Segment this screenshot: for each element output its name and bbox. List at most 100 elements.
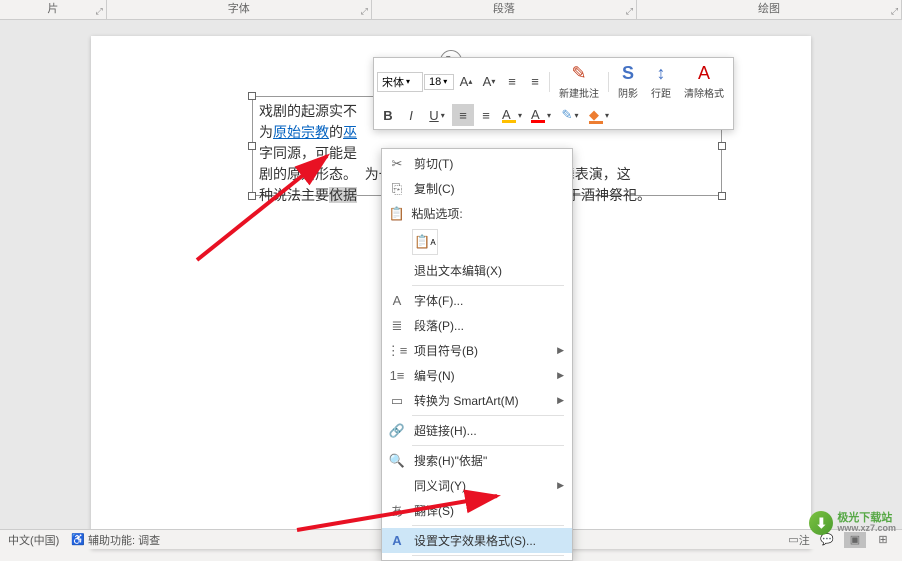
bullets-icon: ⋮≡ (386, 343, 408, 359)
bold-button[interactable]: B (377, 104, 399, 126)
menu-convert-smartart[interactable]: ▭ 转换为 SmartArt(M) ▶ (382, 388, 572, 413)
text: 种说法主要 (259, 187, 329, 203)
menu-label: 字体(F)... (408, 292, 564, 309)
submenu-arrow-icon: ▶ (557, 345, 564, 356)
mini-toolbar: 宋体▾ 18▾ A▴ A▾ ≡ ≡ ✎新建批注 S阴影 ↕行距 A清除格式 B … (373, 57, 734, 130)
numbering-icon: 1≡ (386, 368, 408, 383)
line-spacing-button[interactable]: ↕行距 (645, 61, 677, 102)
menu-separator (412, 285, 564, 286)
shape-outline-button[interactable]: ✎▾ (556, 104, 584, 126)
ribbon-group-label: 字体 (228, 3, 250, 15)
hyperlink[interactable]: 巫 (343, 124, 357, 140)
dialog-launcher-icon[interactable]: ⤢ (361, 6, 368, 17)
text: 字同源，可能是 (259, 145, 357, 161)
cut-icon: ✂ (386, 156, 408, 172)
translate-icon: あ (386, 501, 408, 520)
notes-button[interactable]: ▭ 注 (788, 532, 810, 548)
text: 为 (259, 124, 273, 140)
menu-label: 复制(C) (408, 180, 564, 197)
watermark: ⬇ 极光下载站 www.xz7.com (809, 511, 896, 535)
copy-icon: ⎘ (386, 181, 408, 197)
font-size-select[interactable]: 18▾ (424, 74, 454, 90)
menu-bullets[interactable]: ⋮≡ 项目符号(B) ▶ (382, 338, 572, 363)
underline-button[interactable]: U▾ (423, 104, 451, 126)
hyperlink[interactable]: 原始宗教 (273, 124, 329, 140)
ribbon-group-paragraph: 段落 ⤢ (372, 0, 637, 19)
shape-fill-button[interactable]: ◆▾ (585, 104, 613, 126)
menu-label: 超链接(H)... (408, 422, 564, 439)
paste-options-row: 📋A (382, 226, 572, 258)
menu-separator (412, 445, 564, 446)
watermark-icon: ⬇ (809, 511, 833, 535)
menu-label: 剪切(T) (408, 155, 564, 172)
smartart-icon: ▭ (386, 393, 408, 409)
menu-text-effects-format[interactable]: A 设置文字效果格式(S)... (382, 528, 572, 553)
font-family-select[interactable]: 宋体▾ (377, 72, 423, 92)
submenu-arrow-icon: ▶ (557, 480, 564, 491)
text-effects-icon: A (386, 533, 408, 548)
font-color-button[interactable]: A▾ (527, 104, 555, 126)
menu-search[interactable]: 🔍 搜索(H)"依据" (382, 448, 572, 473)
indent-left-button[interactable]: ≡ (501, 71, 523, 93)
watermark-url: www.xz7.com (837, 524, 896, 534)
dialog-launcher-icon[interactable]: ⤢ (95, 6, 102, 17)
menu-synonyms[interactable]: 同义词(Y) ▶ (382, 473, 572, 498)
resize-handle[interactable] (248, 92, 256, 100)
selected-text: 依据 (329, 187, 357, 203)
menu-label: 翻译(S) (408, 502, 564, 519)
resize-handle[interactable] (248, 142, 256, 150)
clear-format-button[interactable]: A清除格式 (678, 61, 730, 102)
menu-cut[interactable]: ✂ 剪切(T) (382, 151, 572, 176)
align-left-button[interactable]: ≡ (452, 104, 474, 126)
menu-label: 转换为 SmartArt(M) (408, 392, 557, 409)
shadow-button[interactable]: S阴影 (612, 61, 644, 102)
status-language[interactable]: 中文(中国) (8, 532, 59, 548)
ribbon-group-label: 段落 (493, 3, 515, 15)
submenu-arrow-icon: ▶ (557, 370, 564, 381)
menu-translate[interactable]: あ 翻译(S) (382, 498, 572, 523)
resize-handle[interactable] (718, 142, 726, 150)
menu-separator (412, 555, 564, 556)
paste-icon: 📋 (386, 206, 408, 222)
resize-handle[interactable] (718, 192, 726, 200)
menu-exit-text-edit[interactable]: 退出文本编辑(X) (382, 258, 572, 283)
italic-button[interactable]: I (400, 104, 422, 126)
increase-font-button[interactable]: A▴ (455, 71, 477, 93)
menu-numbering[interactable]: 1≡ 编号(N) ▶ (382, 363, 572, 388)
menu-label: 设置文字效果格式(S)... (408, 532, 564, 549)
submenu-arrow-icon: ▶ (557, 395, 564, 406)
search-icon: 🔍 (386, 453, 408, 469)
menu-label: 搜索(H)"依据" (408, 452, 564, 469)
menu-separator (412, 525, 564, 526)
text-highlight-button[interactable]: A▾ (498, 104, 526, 126)
new-comment-button[interactable]: ✎新建批注 (553, 61, 605, 102)
dialog-launcher-icon[interactable]: ⤢ (626, 6, 633, 17)
dialog-launcher-icon[interactable]: ⤢ (891, 6, 898, 17)
font-icon: A (386, 293, 408, 308)
menu-font[interactable]: A 字体(F)... (382, 288, 572, 313)
menu-hyperlink[interactable]: 🔗 超链接(H)... (382, 418, 572, 443)
status-accessibility[interactable]: ♿ 辅助功能: 调查 (71, 532, 160, 548)
menu-label: 项目符号(B) (408, 342, 557, 359)
menu-label: 编号(N) (408, 367, 557, 384)
text: 剧的原始形态。 (259, 166, 357, 182)
ribbon-group-label: 片 (47, 3, 58, 15)
indent-right-button[interactable]: ≡ (524, 71, 546, 93)
hyperlink-icon: 🔗 (386, 423, 408, 439)
align-center-button[interactable]: ≡ (475, 104, 497, 126)
paste-options-label: 📋 粘贴选项: (382, 201, 572, 226)
paragraph-icon: ≣ (386, 318, 408, 334)
ribbon-group-font: 字体 ⤢ (107, 0, 372, 19)
menu-label: 退出文本编辑(X) (408, 262, 564, 279)
paste-keep-formatting-button[interactable]: 📋A (412, 229, 438, 255)
text: 的 (329, 124, 343, 140)
ribbon-group-label: 绘图 (758, 3, 780, 15)
menu-separator (412, 415, 564, 416)
decrease-font-button[interactable]: A▾ (478, 71, 500, 93)
ribbon-group-picture: 片 ⤢ (0, 0, 107, 19)
menu-copy[interactable]: ⎘ 复制(C) (382, 176, 572, 201)
menu-label: 同义词(Y) (408, 477, 557, 494)
menu-paragraph[interactable]: ≣ 段落(P)... (382, 313, 572, 338)
resize-handle[interactable] (248, 192, 256, 200)
menu-label: 段落(P)... (408, 317, 564, 334)
